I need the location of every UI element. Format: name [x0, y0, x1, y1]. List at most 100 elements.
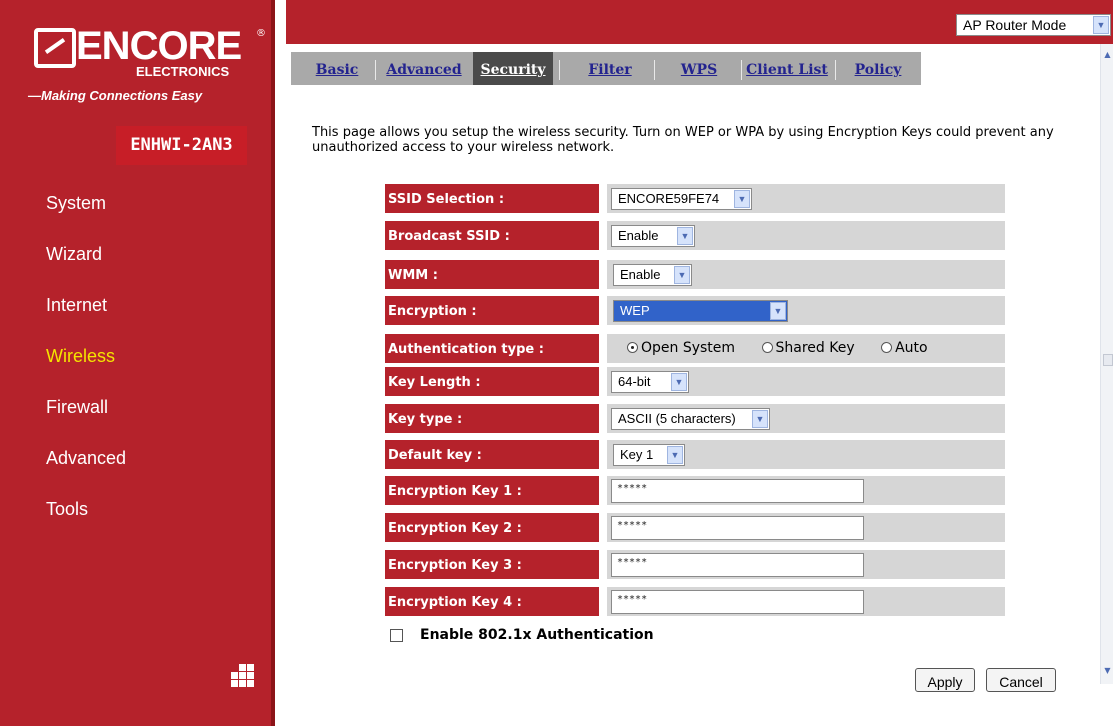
- tab-security[interactable]: Security: [473, 52, 553, 85]
- chevron-down-icon: ▼: [734, 190, 750, 208]
- authentication-type-radio-group: Open System Shared Key Auto: [627, 334, 950, 363]
- sidebar-item-tools[interactable]: Tools: [0, 494, 271, 545]
- operation-mode-select[interactable]: AP Router Mode ▼: [956, 14, 1111, 36]
- key-type-value: ASCII (5 characters): [618, 411, 736, 426]
- tab-client-list[interactable]: Client List: [745, 52, 829, 85]
- radio-shared-key-label: Shared Key: [775, 340, 855, 356]
- grid-icon[interactable]: [228, 664, 254, 690]
- model-name: ENHWI-2AN3: [116, 126, 247, 165]
- encryption-key-2-input[interactable]: *****: [611, 516, 864, 540]
- form-row-authentication-type: Authentication type : Open System Shared…: [385, 334, 1005, 363]
- encryption-key-4-input[interactable]: *****: [611, 590, 864, 614]
- key-length-cell: 64-bit ▼: [607, 367, 1005, 396]
- key-length-select[interactable]: 64-bit ▼: [611, 371, 689, 393]
- tab-divider: [741, 60, 742, 80]
- sidebar-item-firewall[interactable]: Firewall: [0, 392, 271, 443]
- encryption-cell: WEP ▼: [607, 296, 1005, 325]
- encryption-label: Encryption :: [385, 296, 599, 325]
- scroll-down-icon[interactable]: ▼: [1102, 666, 1113, 680]
- ssid-selection-value: ENCORE59FE74: [618, 191, 720, 206]
- radio-auto-label: Auto: [895, 340, 928, 356]
- enable-8021x-checkbox[interactable]: [390, 629, 403, 642]
- broadcast-ssid-label: Broadcast SSID :: [385, 221, 599, 250]
- scroll-up-icon[interactable]: ▲: [1102, 50, 1113, 64]
- encryption-key-3-cell: *****: [607, 550, 1005, 579]
- top-bar: AP Router Mode ▼: [286, 0, 1113, 44]
- encryption-key-1-cell: *****: [607, 476, 1005, 505]
- logo-word: ENCORE: [76, 24, 242, 68]
- radio-unchecked-icon: [761, 342, 773, 353]
- radio-unchecked-icon: [881, 342, 893, 353]
- logo-subtitle: ELECTRONICS: [136, 64, 230, 79]
- tab-filter[interactable]: Filter: [575, 52, 645, 85]
- radio-checked-icon: [627, 342, 638, 353]
- logo-mark-icon: [34, 28, 76, 68]
- form-row-default-key: Default key : Key 1 ▼: [385, 440, 1005, 469]
- authentication-type-cell: Open System Shared Key Auto: [607, 334, 1005, 363]
- apply-button[interactable]: Apply: [915, 668, 975, 692]
- page-description: This page allows you setup the wireless …: [312, 125, 1054, 155]
- scroll-thumb[interactable]: [1103, 354, 1113, 366]
- radio-open-system[interactable]: Open System: [627, 334, 735, 363]
- logo-registered-mark: ®: [256, 28, 266, 39]
- form-row-wmm: WMM : Enable ▼: [385, 260, 1005, 289]
- encryption-key-4-label: Encryption Key 4 :: [385, 587, 599, 616]
- form-row-encryption-key-4: Encryption Key 4 : *****: [385, 587, 1005, 616]
- radio-shared-key[interactable]: Shared Key: [761, 334, 855, 363]
- encryption-key-1-label: Encryption Key 1 :: [385, 476, 599, 505]
- tab-basic[interactable]: Basic: [305, 52, 369, 85]
- wmm-cell: Enable ▼: [607, 260, 1005, 289]
- encryption-value: WEP: [620, 303, 650, 318]
- chevron-down-icon: ▼: [674, 266, 690, 284]
- key-type-label: Key type :: [385, 404, 599, 433]
- form-row-broadcast-ssid: Broadcast SSID : Enable ▼: [385, 221, 1005, 250]
- encore-logo: ENCORE ® ELECTRONICS —Making Connections…: [28, 22, 266, 112]
- broadcast-ssid-select[interactable]: Enable ▼: [611, 225, 695, 247]
- tab-divider: [375, 60, 376, 80]
- chevron-down-icon: ▼: [1093, 16, 1109, 34]
- tab-divider: [835, 60, 836, 80]
- broadcast-ssid-value: Enable: [618, 228, 659, 243]
- tab-policy[interactable]: Policy: [843, 52, 913, 85]
- enable-8021x-label: Enable 802.1x Authentication: [420, 627, 654, 643]
- sidebar-nav: System Wizard Internet Wireless Firewall…: [0, 188, 271, 545]
- logo-tagline: —Making Connections Easy: [28, 88, 203, 103]
- key-type-select[interactable]: ASCII (5 characters) ▼: [611, 408, 770, 430]
- encryption-key-3-input[interactable]: *****: [611, 553, 864, 577]
- chevron-down-icon: ▼: [770, 302, 786, 320]
- tab-divider: [654, 60, 655, 80]
- chevron-down-icon: ▼: [677, 227, 693, 245]
- form-row-ssid-selection: SSID Selection : ENCORE59FE74 ▼: [385, 184, 1005, 213]
- radio-auto[interactable]: Auto: [881, 334, 928, 363]
- sidebar-item-wireless[interactable]: Wireless: [0, 341, 271, 392]
- tab-advanced[interactable]: Advanced: [381, 52, 467, 85]
- default-key-select[interactable]: Key 1 ▼: [613, 444, 685, 466]
- wmm-label: WMM :: [385, 260, 599, 289]
- broadcast-ssid-cell: Enable ▼: [607, 221, 1005, 250]
- radio-open-system-label: Open System: [641, 340, 736, 356]
- ssid-selection-cell: ENCORE59FE74 ▼: [607, 184, 1005, 213]
- sidebar-item-internet[interactable]: Internet: [0, 290, 271, 341]
- key-type-cell: ASCII (5 characters) ▼: [607, 404, 1005, 433]
- chevron-down-icon: ▼: [667, 446, 683, 464]
- scrollbar[interactable]: ▲ ▼: [1100, 44, 1113, 684]
- operation-mode-value: AP Router Mode: [963, 17, 1067, 33]
- form-row-encryption: Encryption : WEP ▼: [385, 296, 1005, 325]
- tab-divider: [559, 60, 560, 80]
- tab-wps[interactable]: WPS: [664, 52, 734, 85]
- sidebar-item-wizard[interactable]: Wizard: [0, 239, 271, 290]
- ssid-selection-select[interactable]: ENCORE59FE74 ▼: [611, 188, 752, 210]
- ssid-selection-label: SSID Selection :: [385, 184, 599, 213]
- key-length-value: 64-bit: [618, 374, 651, 389]
- encryption-key-3-label: Encryption Key 3 :: [385, 550, 599, 579]
- wmm-select[interactable]: Enable ▼: [613, 264, 692, 286]
- encryption-key-2-cell: *****: [607, 513, 1005, 542]
- default-key-cell: Key 1 ▼: [607, 440, 1005, 469]
- encryption-select[interactable]: WEP ▼: [613, 300, 788, 322]
- sidebar-item-system[interactable]: System: [0, 188, 271, 239]
- encryption-key-1-input[interactable]: *****: [611, 479, 864, 503]
- sidebar-item-advanced[interactable]: Advanced: [0, 443, 271, 494]
- form-row-encryption-key-3: Encryption Key 3 : *****: [385, 550, 1005, 579]
- encryption-key-2-label: Encryption Key 2 :: [385, 513, 599, 542]
- cancel-button[interactable]: Cancel: [986, 668, 1056, 692]
